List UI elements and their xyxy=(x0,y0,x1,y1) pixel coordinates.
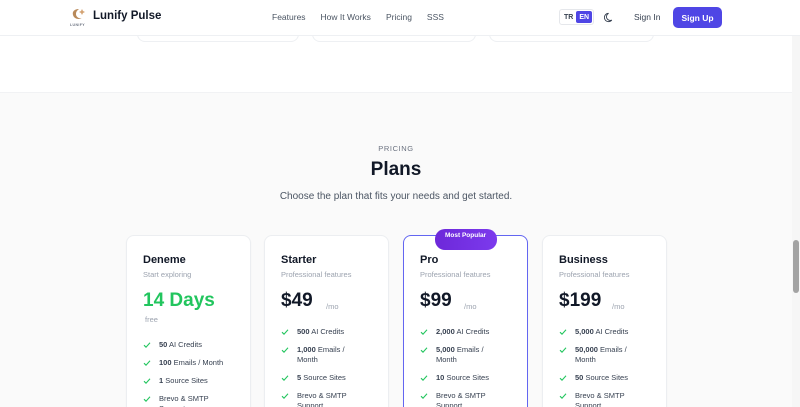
plan-card-deneme[interactable]: Deneme Start exploring 14 Days free 50 A… xyxy=(126,235,251,407)
pricing-section xyxy=(0,92,792,407)
check-icon xyxy=(143,378,151,384)
plan-price: $199 xyxy=(559,290,602,311)
plan-period: /mo xyxy=(464,302,477,311)
section-subtitle: Choose the plan that fits your needs and… xyxy=(279,191,513,202)
check-icon xyxy=(143,360,151,366)
feature-list: 500 AI Credits 1,000 Emails / Month 5 So… xyxy=(281,327,361,407)
plan-card-pro[interactable]: Most Popular Pro Professional features $… xyxy=(403,229,528,407)
sign-up-button[interactable]: Sign Up xyxy=(673,7,722,28)
most-popular-badge: Most Popular xyxy=(435,229,497,250)
plan-price: $99 xyxy=(420,290,452,311)
plan-card-business[interactable]: Business Professional features $199 /mo … xyxy=(542,235,667,407)
language-switcher: TR EN xyxy=(559,9,595,25)
plan-name: Deneme xyxy=(143,254,186,266)
scrollbar-thumb[interactable] xyxy=(793,240,799,293)
check-icon xyxy=(559,393,567,399)
lang-en-button[interactable]: EN xyxy=(576,11,593,23)
feature-list: 5,000 AI Credits 50,000 Emails / Month 5… xyxy=(559,327,644,407)
check-icon xyxy=(281,393,289,399)
feature-item: 50 Source Sites xyxy=(559,373,644,383)
check-icon xyxy=(143,342,151,348)
nav-how-it-works[interactable]: How It Works xyxy=(321,12,371,22)
plan-period: /mo xyxy=(326,302,339,311)
feature-item: Brevo & SMTP Support xyxy=(143,394,223,407)
check-icon xyxy=(281,375,289,381)
feature-item: 10 Source Sites xyxy=(420,373,502,383)
lang-tr-button[interactable]: TR xyxy=(561,11,576,23)
feature-list: 50 AI Credits 100 Emails / Month 1 Sourc… xyxy=(143,340,223,407)
scrollbar-track[interactable] xyxy=(792,0,800,407)
logo-wordmark: LUNIFY xyxy=(70,23,86,27)
check-icon xyxy=(559,329,567,335)
plan-description: Start exploring xyxy=(143,270,192,279)
plan-price-note: free xyxy=(145,315,158,324)
moon-icon[interactable] xyxy=(604,12,615,23)
feature-item: 5,000 AI Credits xyxy=(559,327,644,337)
feature-item: 50,000 Emails / Month xyxy=(559,345,644,365)
nav-sss[interactable]: SSS xyxy=(427,12,444,22)
feature-item: 1 Source Sites xyxy=(143,376,223,386)
check-icon xyxy=(281,329,289,335)
nav-pricing[interactable]: Pricing xyxy=(386,12,412,22)
sign-in-link[interactable]: Sign In xyxy=(634,12,660,22)
feature-item: 5,000 Emails / Month xyxy=(420,345,502,365)
feature-item: Brevo & SMTP Support xyxy=(420,391,502,407)
plan-price: $49 xyxy=(281,290,313,311)
brand-name[interactable]: Lunify Pulse xyxy=(93,10,161,22)
check-icon xyxy=(559,347,567,353)
logo-icon xyxy=(72,9,85,19)
feature-item: 5 Source Sites xyxy=(281,373,361,383)
feature-item: 100 Emails / Month xyxy=(143,358,223,368)
check-icon xyxy=(143,396,151,402)
feature-item: 2,000 AI Credits xyxy=(420,327,502,337)
check-icon xyxy=(281,347,289,353)
section-title: Plans xyxy=(370,159,422,180)
navbar: LUNIFY Lunify Pulse Features How It Work… xyxy=(0,0,800,36)
section-eyebrow: PRICING xyxy=(378,144,414,153)
plan-price: 14 Days xyxy=(143,290,215,311)
check-icon xyxy=(420,375,428,381)
check-icon xyxy=(420,393,428,399)
feature-item: 1,000 Emails / Month xyxy=(281,345,361,365)
check-icon xyxy=(420,347,428,353)
feature-item: Brevo & SMTP Support xyxy=(281,391,361,407)
check-icon xyxy=(420,329,428,335)
plan-description: Professional features xyxy=(420,270,491,279)
feature-item: 500 AI Credits xyxy=(281,327,361,337)
nav-features[interactable]: Features xyxy=(272,12,306,22)
feature-item: 50 AI Credits xyxy=(143,340,223,350)
nav-links: Features How It Works Pricing SSS xyxy=(272,12,459,22)
feature-list: 2,000 AI Credits 5,000 Emails / Month 10… xyxy=(420,327,502,407)
plan-description: Professional features xyxy=(281,270,352,279)
logo[interactable]: LUNIFY xyxy=(70,8,88,28)
check-icon xyxy=(559,375,567,381)
plan-description: Professional features xyxy=(559,270,630,279)
feature-item: Brevo & SMTP Support xyxy=(559,391,644,407)
plan-name: Business xyxy=(559,254,608,266)
plan-name: Pro xyxy=(420,254,439,266)
plan-card-starter[interactable]: Starter Professional features $49 /mo 50… xyxy=(264,235,389,407)
plan-name: Starter xyxy=(281,254,317,266)
plan-period: /mo xyxy=(612,302,625,311)
